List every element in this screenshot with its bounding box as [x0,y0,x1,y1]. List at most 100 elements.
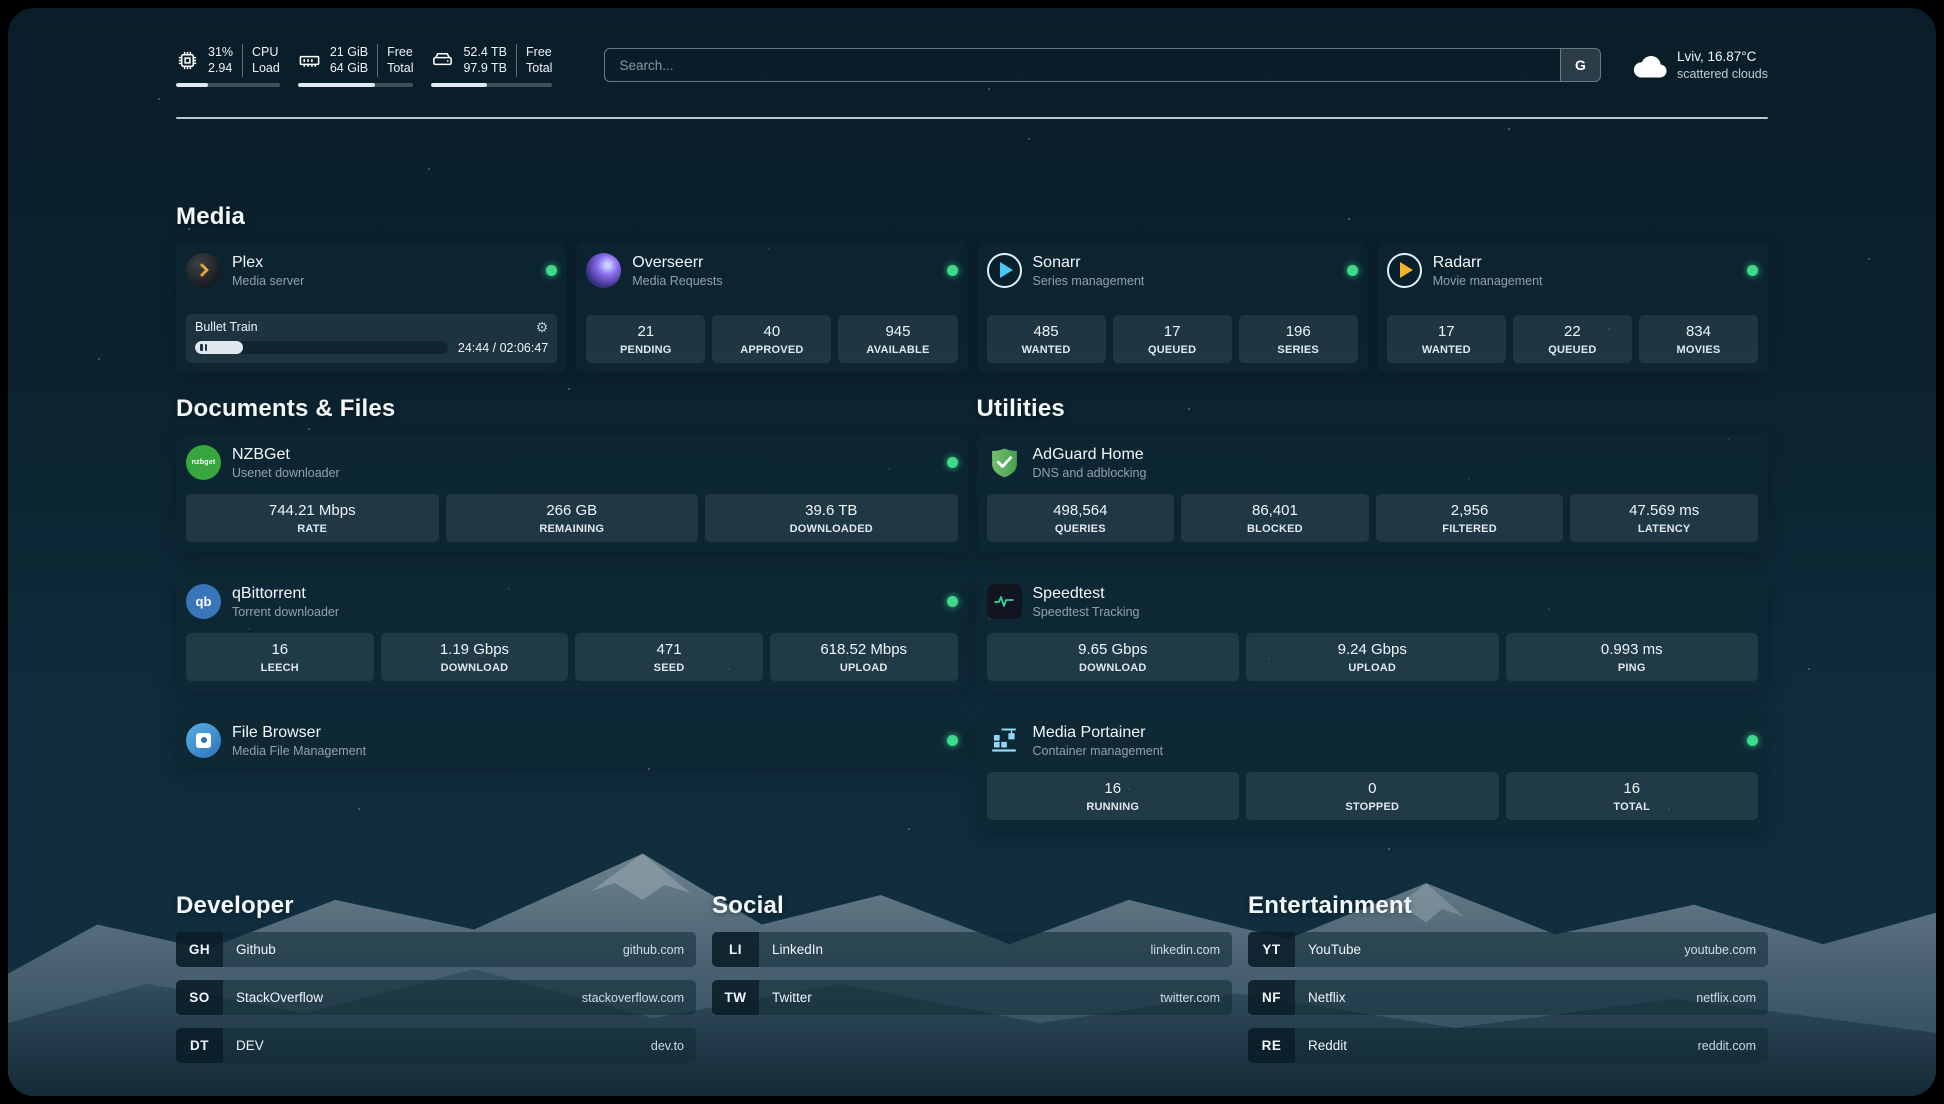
stat-box: 196 SERIES [1239,315,1358,363]
service-card-portainer[interactable]: Media Portainer Container management 16 … [977,713,1769,830]
status-dot [947,596,958,607]
plex-now-playing: Bullet Train ⚙ 24:44 / 02:06:47 [186,314,557,363]
bookmark-linkedin[interactable]: LI LinkedIn linkedin.com [712,932,1232,967]
bookmark-abbr: LI [712,932,759,967]
overseerr-icon [586,253,621,288]
bookmark-youtube[interactable]: YT YouTube youtube.com [1248,932,1768,967]
stat-box: 0.993 ms PING [1506,633,1759,681]
cpu-icon [176,49,199,72]
memory-free-value: 21 GiB [330,44,368,60]
service-card-adguard[interactable]: AdGuard Home DNS and adblocking 498,564 … [977,435,1769,552]
bookmark-url: stackoverflow.com [582,980,696,1015]
stat-box: 16 LEECH [186,633,374,681]
service-description: Series management [1033,274,1145,288]
search-bar[interactable]: G [604,48,1601,82]
cpu-load-value: 2.94 [208,60,233,76]
section-media: Media Plex Media server Bullet Train [176,203,1768,373]
playback-time: 24:44 / 02:06:47 [458,341,548,355]
dashboard-screen: 31% 2.94 CPU Load [8,8,1936,1096]
service-card-speedtest[interactable]: Speedtest Speedtest Tracking 9.65 Gbps D… [977,574,1769,691]
stat-box: 2,956 FILTERED [1376,494,1564,542]
stat-box: 266 GB REMAINING [446,494,699,542]
bookmark-name: StackOverflow [223,980,323,1015]
memory-bar [298,83,414,87]
disk-widget: 52.4 TB 97.9 TB Free Total [431,44,552,87]
bookmark-reddit[interactable]: RE Reddit reddit.com [1248,1028,1768,1063]
developer-section-title: Developer [176,892,696,920]
disk-bar-fill [431,83,487,87]
status-dot [947,457,958,468]
cloud-icon [1631,51,1667,79]
stat-box: 9.24 Gbps UPLOAD [1246,633,1499,681]
bookmark-dev[interactable]: DT DEV dev.to [176,1028,696,1063]
social-section-title: Social [712,892,1232,920]
memory-widget: 21 GiB 64 GiB Free Total [298,44,414,87]
cpu-percent: 31% [208,44,233,60]
bookmark-netflix[interactable]: NF Netflix netflix.com [1248,980,1768,1015]
service-card-sonarr[interactable]: Sonarr Series management 485 WANTED 17 Q… [977,243,1368,373]
speedtest-icon [987,584,1022,619]
bookmark-abbr: TW [712,980,759,1015]
stat-box: 86,401 BLOCKED [1181,494,1369,542]
bookmark-github[interactable]: GH Github github.com [176,932,696,967]
service-name: File Browser [232,723,366,742]
service-description: Media Requests [632,274,722,288]
service-name: qBittorrent [232,584,339,603]
media-section-title: Media [176,203,1768,231]
stat-box: 498,564 QUERIES [987,494,1175,542]
playback-progress-track[interactable] [195,341,448,354]
service-card-nzbget[interactable]: nzbget NZBGet Usenet downloader 744.21 M… [176,435,968,552]
search-engine-button[interactable]: G [1560,49,1600,81]
memory-icon [298,49,321,72]
service-card-radarr[interactable]: Radarr Movie management 17 WANTED 22 QUE… [1377,243,1768,373]
bookmark-url: twitter.com [1160,980,1232,1015]
service-name: AdGuard Home [1033,445,1147,464]
stat-box: 945 AVAILABLE [838,315,957,363]
service-description: Container management [1033,744,1164,758]
service-card-qbittorrent[interactable]: qb qBittorrent Torrent downloader 16 LEE… [176,574,968,691]
service-description: Torrent downloader [232,605,339,619]
portainer-icon [987,723,1022,758]
cpu-load-label: Load [252,60,280,76]
stat-box: 47.569 ms LATENCY [1570,494,1758,542]
stat-box: 1.19 Gbps DOWNLOAD [381,633,569,681]
entertainment-section-title: Entertainment [1248,892,1768,920]
weather-location: Lviv, 16.87°C [1677,48,1768,66]
pause-icon[interactable] [200,344,207,351]
weather-condition: scattered clouds [1677,66,1768,83]
bookmark-name: Netflix [1295,980,1346,1015]
radarr-icon [1387,253,1422,288]
service-card-plex[interactable]: Plex Media server Bullet Train ⚙ [176,243,567,373]
sonarr-icon [987,253,1022,288]
bookmark-stackoverflow[interactable]: SO StackOverflow stackoverflow.com [176,980,696,1015]
nzbget-icon: nzbget [186,445,221,480]
bookmark-abbr: YT [1248,932,1295,967]
status-dot [947,735,958,746]
cpu-label: CPU [252,44,280,60]
bookmark-abbr: GH [176,932,223,967]
disk-icon [431,49,454,72]
service-name: Plex [232,253,304,272]
disk-total-value: 97.9 TB [463,60,507,76]
weather-widget: Lviv, 16.87°C scattered clouds [1631,48,1768,83]
cpu-bar [176,83,280,87]
bookmark-name: Github [223,932,276,967]
status-dot [1347,265,1358,276]
bookmark-abbr: SO [176,980,223,1015]
stat-box: 16 RUNNING [987,772,1240,820]
search-input[interactable] [605,58,1560,73]
service-card-overseerr[interactable]: Overseerr Media Requests 21 PENDING 40 A… [576,243,967,373]
bookmark-abbr: DT [176,1028,223,1063]
service-description: Speedtest Tracking [1033,605,1140,619]
filebrowser-icon [186,723,221,758]
service-card-filebrowser[interactable]: File Browser Media File Management [176,713,968,768]
gear-icon[interactable]: ⚙ [536,320,549,334]
service-name: Media Portainer [1033,723,1164,742]
status-dot [546,265,557,276]
stat-box: 22 QUEUED [1513,315,1632,363]
bookmark-twitter[interactable]: TW Twitter twitter.com [712,980,1232,1015]
service-name: Radarr [1433,253,1543,272]
section-documents-files: Documents & Files nzbget NZBGet Usenet d… [176,395,968,769]
status-dot [1747,735,1758,746]
bookmark-group-social: Social LI LinkedIn linkedin.com TW Twitt… [712,892,1232,1063]
